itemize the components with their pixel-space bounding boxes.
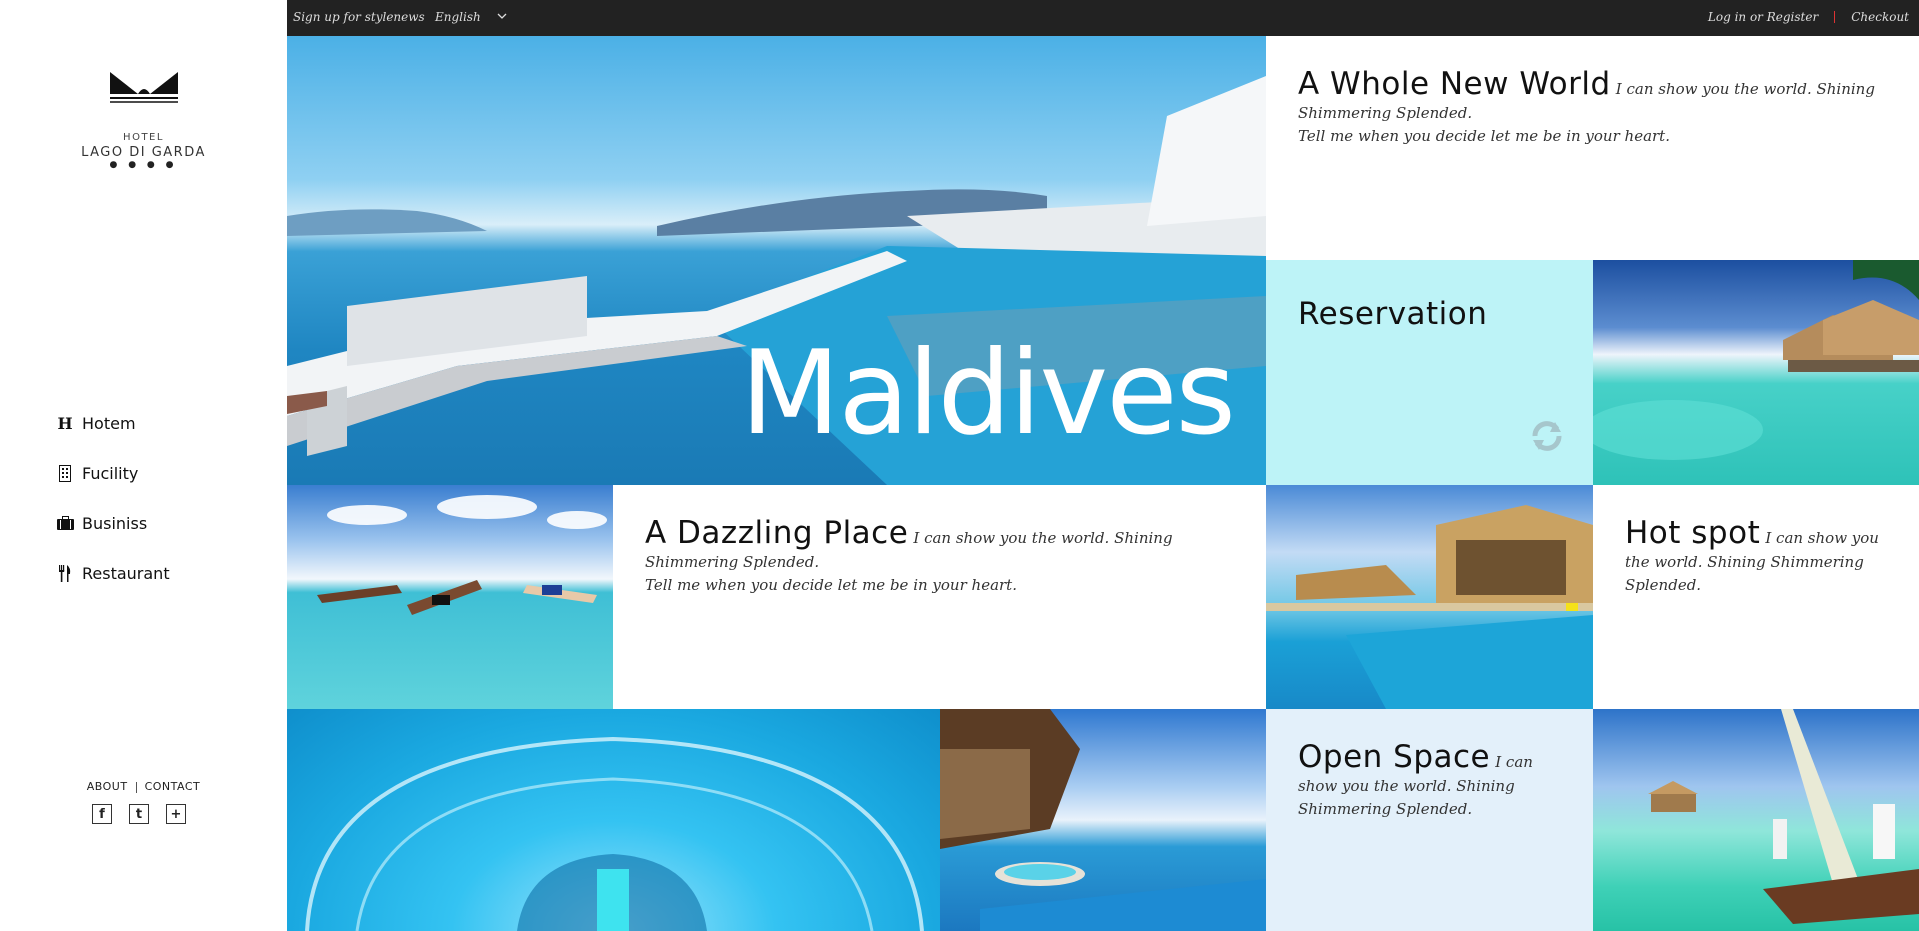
logo-stars: ● ● ● ● [109, 160, 178, 170]
reservation-card[interactable]: Reservation [1266, 260, 1593, 485]
overwater-villa-image[interactable] [1266, 485, 1593, 709]
card-title: Open Space [1298, 739, 1491, 775]
language-select[interactable]: English [435, 10, 507, 24]
footer-links: ABOUT CONTACT [0, 780, 287, 793]
bungalow-image[interactable] [1593, 260, 1919, 485]
card-text-2: Tell me when you decide let me be in you… [645, 576, 1017, 594]
login-register-link[interactable]: Log in or Register [1708, 10, 1818, 24]
swimmers-image[interactable] [287, 485, 613, 709]
card-title: Hot spot [1625, 515, 1761, 551]
card-title: A Dazzling Place [645, 515, 909, 551]
resort-pool-image[interactable] [940, 709, 1266, 931]
checkout-link[interactable]: Checkout [1851, 10, 1909, 24]
sidebar-item-restaurant[interactable]: Restaurant [56, 548, 170, 598]
villa-scene [1266, 505, 1593, 709]
resort-scene [940, 709, 1266, 931]
logo-hotel-text: HOTEL [123, 132, 164, 143]
chevron-down-icon [497, 12, 507, 23]
account-links: Log in or Register Checkout [1708, 10, 1909, 24]
sailboat-image[interactable] [1593, 709, 1919, 931]
logo-name-text: LAGO DI GARDA [81, 145, 206, 160]
facebook-icon[interactable]: f [92, 804, 112, 824]
card-text-2: Tell me when you decide let me be in you… [1298, 127, 1670, 145]
tunnel-scene [305, 736, 924, 931]
about-link[interactable]: ABOUT [87, 780, 128, 793]
newsletter-signup-link[interactable]: Sign up for stylenews [293, 10, 425, 24]
sidebar-item-label: Hotem [82, 413, 136, 433]
divider [1834, 11, 1836, 23]
sidebar-item-fucility[interactable]: Fucility [56, 448, 170, 498]
bungalow-scene [1593, 260, 1919, 460]
hotel-logo[interactable]: HOTEL LAGO DI GARDA ● ● ● ● [0, 70, 287, 170]
open-space-card[interactable]: Open Space I can show you the world. Shi… [1266, 709, 1593, 931]
sidebar-item-label: Businiss [82, 513, 148, 533]
letter-h-icon: H [57, 413, 73, 433]
top-bar: Sign up for stylenews English Log in or … [287, 0, 1919, 36]
swimmers-scene [317, 495, 607, 615]
briefcase-icon [56, 514, 74, 532]
language-label: English [435, 10, 481, 24]
sidebar-item-label: Restaurant [82, 563, 170, 583]
hero-image[interactable]: Maldives [287, 36, 1266, 485]
dazzling-place-card[interactable]: A Dazzling Place I can show you the worl… [613, 485, 1266, 709]
social-links: f t + [92, 804, 186, 824]
hot-spot-card[interactable]: Hot spot I can show you the world. Shini… [1593, 485, 1919, 709]
hero-title: Maldives [740, 326, 1236, 461]
sailboat-scene [1648, 709, 1919, 924]
sidebar-item-businiss[interactable]: Businiss [56, 498, 170, 548]
sidebar-item-label: Fucility [82, 463, 139, 483]
sidebar-item-hotem[interactable]: H Hotem [56, 398, 170, 448]
building-icon [56, 464, 74, 482]
fork-knife-icon [56, 564, 74, 582]
card-title: A Whole New World [1298, 66, 1611, 102]
contact-link[interactable]: CONTACT [145, 780, 201, 793]
underwater-tunnel-image[interactable] [287, 709, 940, 931]
reservation-title: Reservation [1298, 296, 1488, 332]
plus-icon[interactable]: + [166, 804, 186, 824]
divider [135, 781, 137, 793]
twitter-icon[interactable]: t [129, 804, 149, 824]
sidebar: HOTEL LAGO DI GARDA ● ● ● ● H Hotem Fuci… [0, 0, 287, 931]
logo-icon [109, 72, 178, 103]
whole-new-world-card[interactable]: A Whole New World I can show you the wor… [1266, 36, 1919, 260]
refresh-icon[interactable] [1527, 418, 1567, 458]
sidebar-nav: H Hotem Fucility Businiss Restaurant [56, 398, 170, 598]
